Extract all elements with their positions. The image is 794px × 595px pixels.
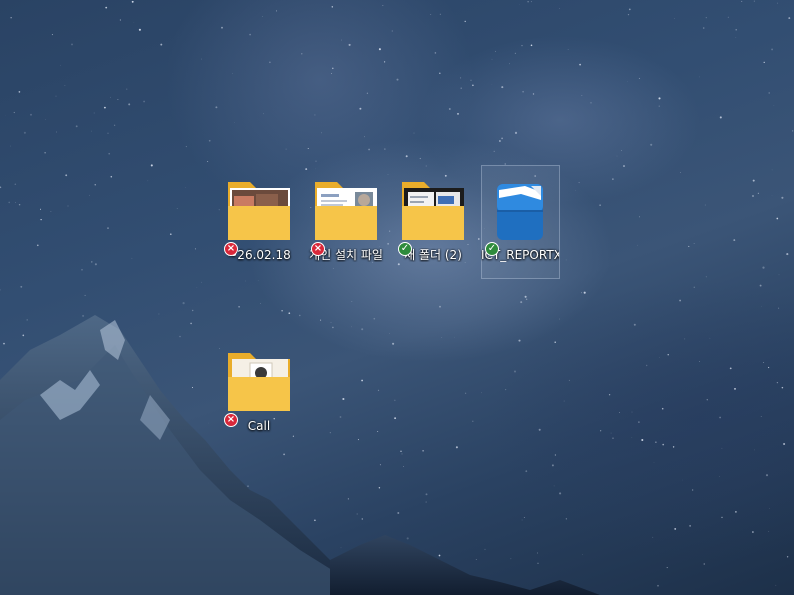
folder-with-window-icon xyxy=(402,182,464,240)
folder-icon: × xyxy=(224,176,294,256)
folder-icon: × xyxy=(224,347,294,427)
sync-error-icon: × xyxy=(311,242,325,256)
app-file-icon: ✓ xyxy=(485,176,555,256)
desktop-icon-ict-report-file[interactable]: ✓ ICT_REPORTX... xyxy=(481,176,559,262)
folder-icon: × xyxy=(311,176,381,256)
folder-with-file-icon xyxy=(228,353,290,411)
desktop-icon-folder-26-02-18[interactable]: × ~26.02.18 xyxy=(220,176,298,262)
folder-with-document-icon xyxy=(315,182,377,240)
folder-with-photo-icon xyxy=(228,182,290,240)
desktop-icon-new-folder-2[interactable]: ✓ 새 폴더 (2) xyxy=(394,176,472,262)
doculink-app-icon xyxy=(497,184,543,240)
desktop-icon-call-folder[interactable]: × Call xyxy=(220,347,298,433)
folder-icon: ✓ xyxy=(398,176,468,256)
sync-error-icon: × xyxy=(224,242,238,256)
sync-error-icon: × xyxy=(224,413,238,427)
desktop: × ~26.02.18 × 개인 설치 파일 ✓ 새 폴더 (2) ✓ ICT_… xyxy=(0,0,794,595)
desktop-icon-folder-personal-install[interactable]: × 개인 설치 파일 xyxy=(307,176,385,262)
sync-ok-icon: ✓ xyxy=(485,242,499,256)
sync-ok-icon: ✓ xyxy=(398,242,412,256)
wallpaper-mountains xyxy=(0,315,600,595)
